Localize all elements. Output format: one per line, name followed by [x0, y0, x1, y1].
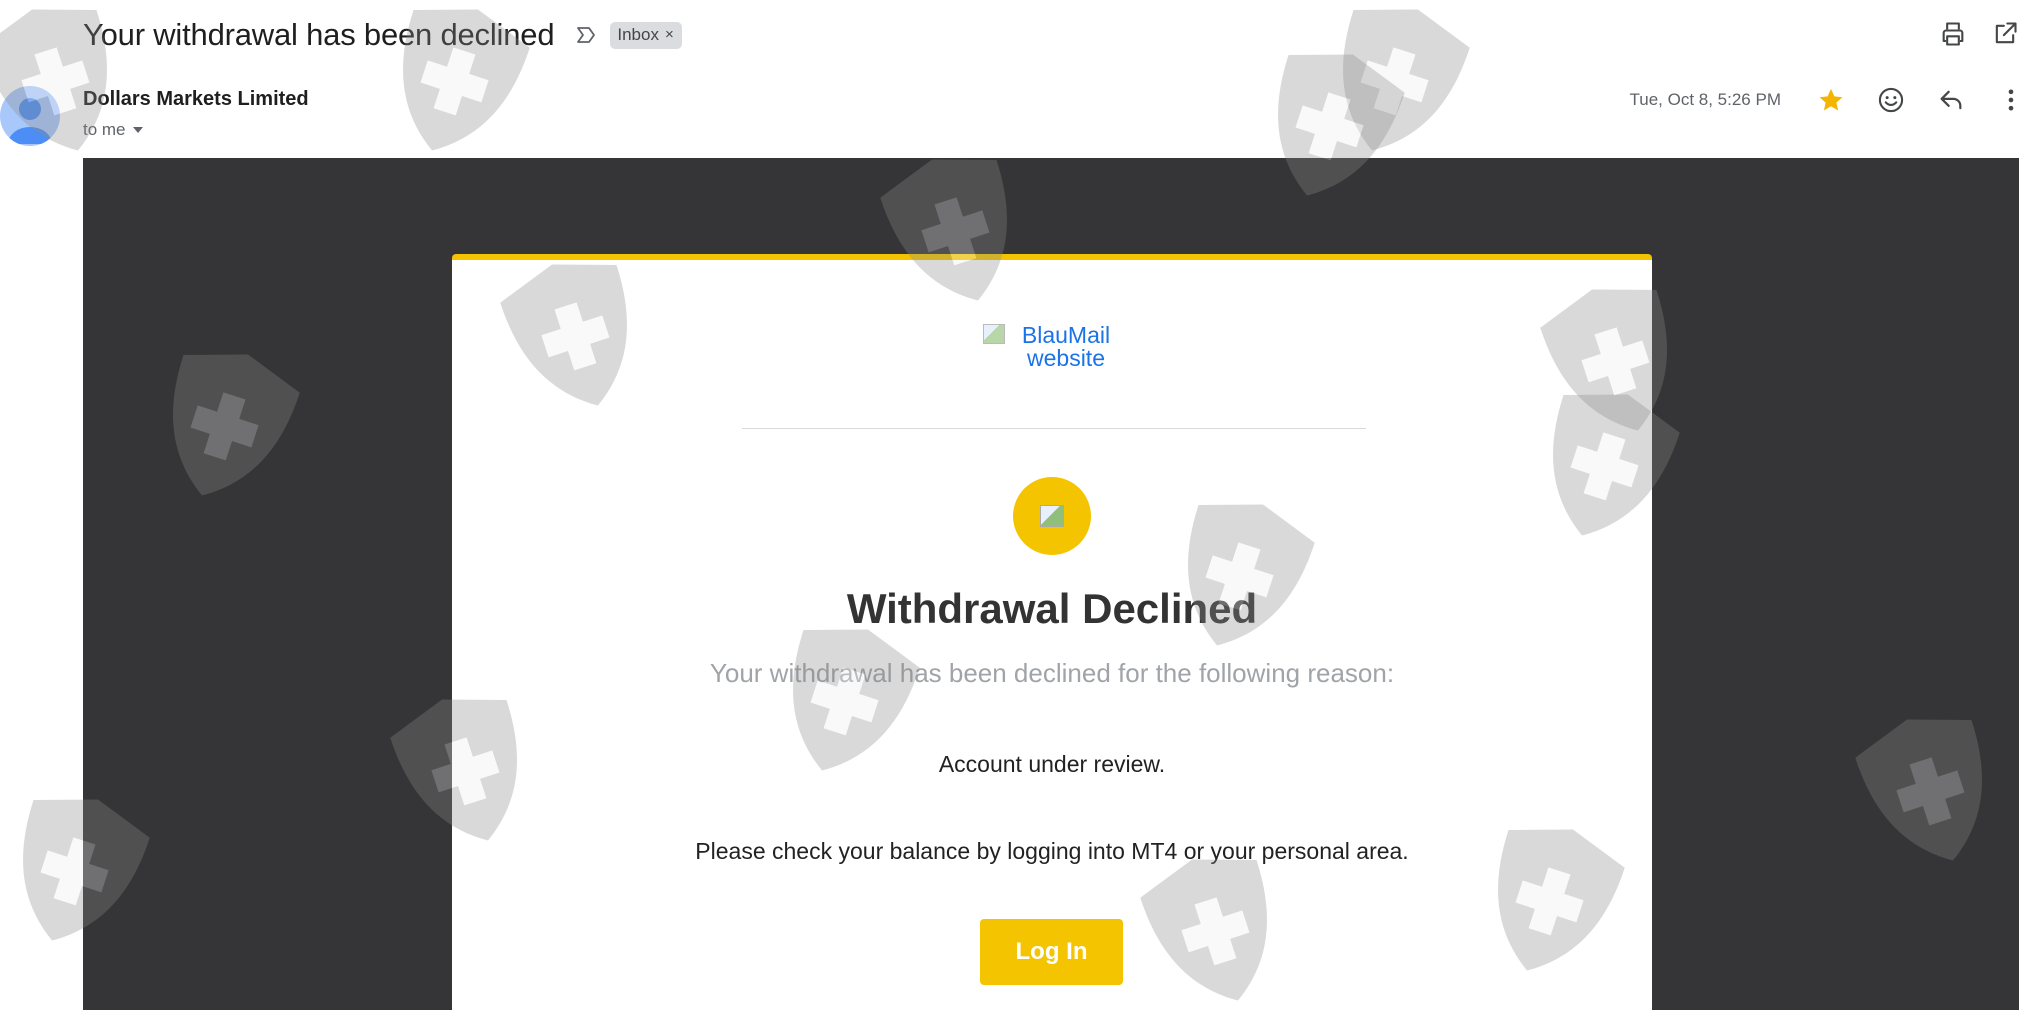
email-body: BlauMail website Withdrawal Declined You…: [83, 158, 2019, 1020]
open-in-new-window-icon[interactable]: [1991, 20, 2019, 48]
importance-marker-icon[interactable]: [574, 23, 598, 47]
instruction-text: Please check your balance by logging int…: [695, 838, 1409, 864]
inbox-label-chip[interactable]: Inbox ×: [610, 21, 682, 49]
brand-logo: BlauMail website: [452, 324, 1652, 371]
star-icon[interactable]: [1817, 86, 1845, 114]
recipient-details-toggle[interactable]: to me: [83, 120, 144, 140]
divider: [742, 428, 1366, 429]
subject-row: Your withdrawal has been declined Inbox …: [83, 12, 682, 58]
broken-image-icon: [983, 324, 1005, 344]
recipient-label: to me: [83, 120, 126, 139]
brand-logo-link[interactable]: BlauMail website: [983, 324, 1121, 370]
logo-alt-text: BlauMail website: [1021, 322, 1111, 371]
decline-reason: Account under review.: [938, 751, 1166, 777]
email-card: BlauMail website Withdrawal Declined You…: [452, 254, 1652, 1020]
person-icon: [8, 98, 52, 144]
broken-image-icon: [1040, 505, 1064, 527]
reason-intro: Your withdrawal has been declined for th…: [709, 658, 1395, 688]
status-icon-circle: [1013, 477, 1091, 555]
print-icon[interactable]: [1939, 20, 1967, 48]
top-actions: [1939, 20, 2019, 48]
email-subject: Your withdrawal has been declined: [83, 17, 555, 52]
sender-name[interactable]: Dollars Markets Limited: [83, 88, 309, 111]
login-button[interactable]: Log In: [980, 919, 1123, 985]
sender-avatar[interactable]: [0, 86, 60, 146]
reply-icon[interactable]: [1937, 86, 1965, 114]
more-vert-icon[interactable]: [1997, 86, 2025, 114]
email-heading: Withdrawal Declined: [846, 585, 1258, 632]
caret-down-icon: [132, 127, 143, 133]
shield-watermark-icon: [1343, 9, 1470, 151]
emoji-reaction-icon[interactable]: [1877, 86, 1905, 114]
message-actions: [1817, 86, 2025, 114]
remove-label-button[interactable]: ×: [665, 26, 674, 43]
inbox-label-text: Inbox: [617, 24, 659, 44]
message-date: Tue, Oct 8, 5:26 PM: [1629, 90, 1782, 109]
